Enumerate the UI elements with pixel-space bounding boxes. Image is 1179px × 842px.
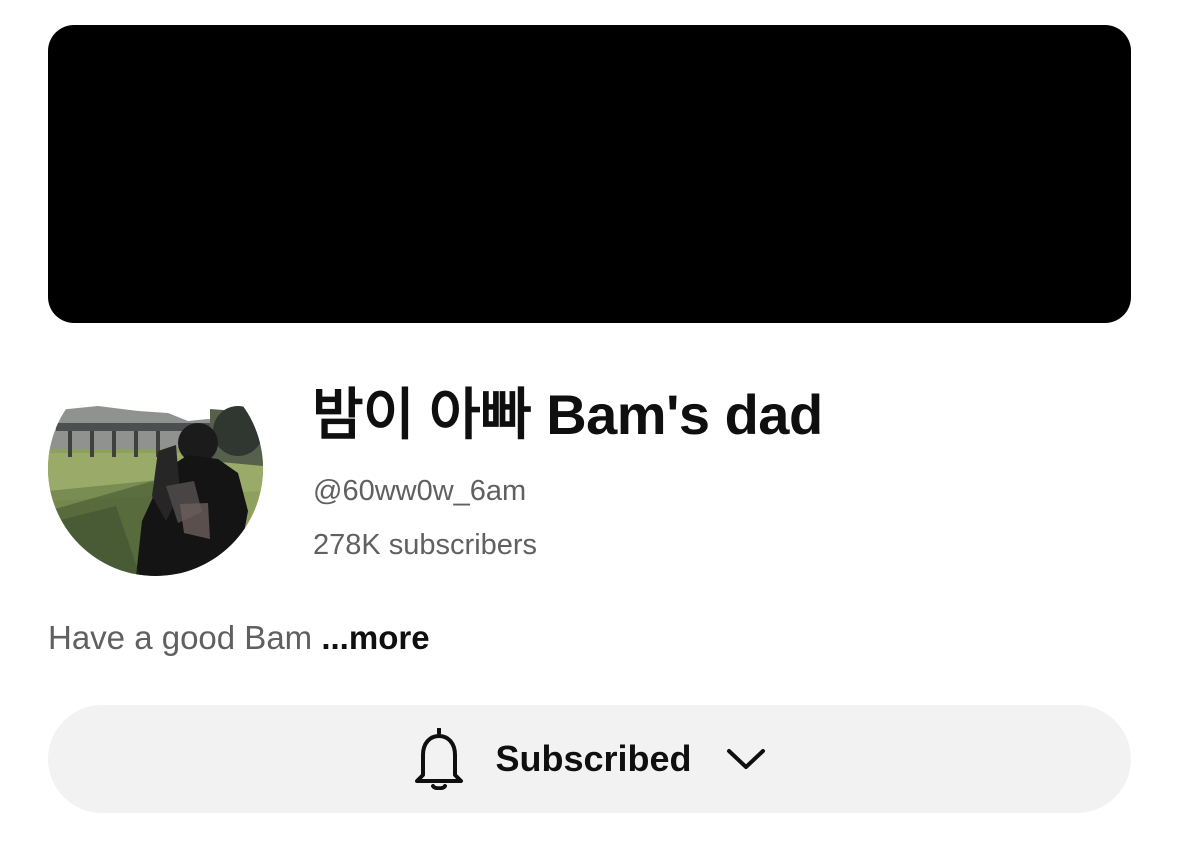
channel-name: 밤이 아빠 Bam's dad — [312, 383, 823, 446]
avatar-photo — [48, 361, 263, 576]
channel-handle: @60ww0w_6am — [313, 475, 527, 507]
channel-description: Have a good Bam ...more — [48, 618, 430, 658]
subscribed-button[interactable]: Subscribed — [48, 705, 1131, 813]
channel-banner — [48, 25, 1131, 323]
description-text: Have a good Bam — [48, 619, 313, 656]
bell-icon — [413, 728, 465, 790]
chevron-down-icon — [726, 746, 766, 772]
more-link[interactable]: ...more — [321, 619, 429, 656]
channel-avatar[interactable] — [48, 361, 263, 576]
subscriber-count: 278K subscribers — [313, 529, 538, 561]
subscribed-label: Subscribed — [495, 738, 692, 779]
